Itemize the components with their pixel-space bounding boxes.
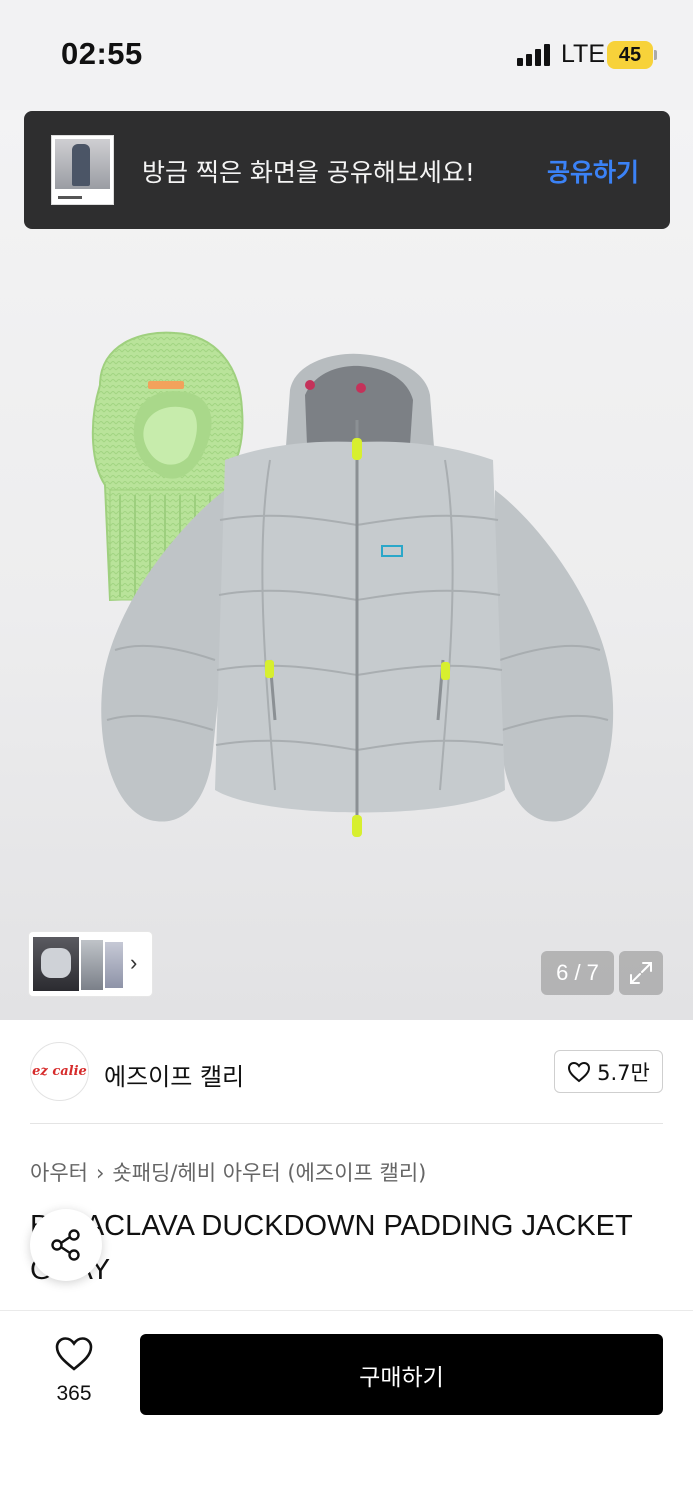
brand-logo-text: ez calie <box>32 1064 87 1079</box>
chevron-right-icon: › <box>95 1161 105 1185</box>
status-time: 02:55 <box>61 36 143 71</box>
bottom-divider <box>0 1310 693 1311</box>
expand-button[interactable] <box>619 951 663 995</box>
share-now-button[interactable]: 공유하기 <box>547 153 639 189</box>
share-button[interactable] <box>30 1209 102 1281</box>
breadcrumb-category[interactable]: 아우터 <box>30 1161 88 1185</box>
jacket-image <box>101 353 614 837</box>
brand-row: ez calie 에즈이프 캘리 5.7만 <box>0 1020 693 1124</box>
heart-icon <box>55 1337 93 1371</box>
share-toast: 방금 찍은 화면을 공유해보세요! 공유하기 <box>24 111 670 229</box>
image-counter: 6 / 7 <box>541 951 614 995</box>
buy-button[interactable]: 구매하기 <box>140 1334 663 1415</box>
wishlist-count: 365 <box>56 1382 92 1405</box>
wishlist-button[interactable]: 365 <box>42 1336 106 1416</box>
photo-review-thumbnails[interactable]: › <box>29 932 152 996</box>
battery-level: 45 <box>607 41 653 69</box>
brand-logo[interactable]: ez calie <box>30 1042 89 1101</box>
brand-name[interactable]: 에즈이프 캘리 <box>104 1057 244 1092</box>
status-bar: 02:55 LTE 45 <box>0 0 693 110</box>
signal-icon <box>517 44 551 66</box>
divider <box>30 1123 663 1124</box>
toast-message: 방금 찍은 화면을 공유해보세요! <box>142 158 475 187</box>
brand-like-button[interactable]: 5.7만 <box>554 1050 663 1093</box>
brand-like-count: 5.7만 <box>597 1060 650 1085</box>
breadcrumb-subcategory[interactable]: 숏패딩/헤비 아우터 (에즈이프 캘리) <box>112 1161 426 1185</box>
chevron-right-icon: › <box>130 950 138 975</box>
battery-icon: 45 <box>607 41 657 69</box>
network-label: LTE <box>561 40 605 68</box>
product-title: BALACLAVA DUCKDOWN PADDING JACKET GRAY <box>30 1210 633 1286</box>
breadcrumb: 아우터 › 숏패딩/헤비 아우터 (에즈이프 캘리) <box>30 1157 426 1187</box>
heart-icon <box>568 1061 591 1082</box>
share-icon <box>51 1229 80 1261</box>
screenshot-thumbnail[interactable] <box>51 135 114 205</box>
expand-icon <box>630 962 652 984</box>
